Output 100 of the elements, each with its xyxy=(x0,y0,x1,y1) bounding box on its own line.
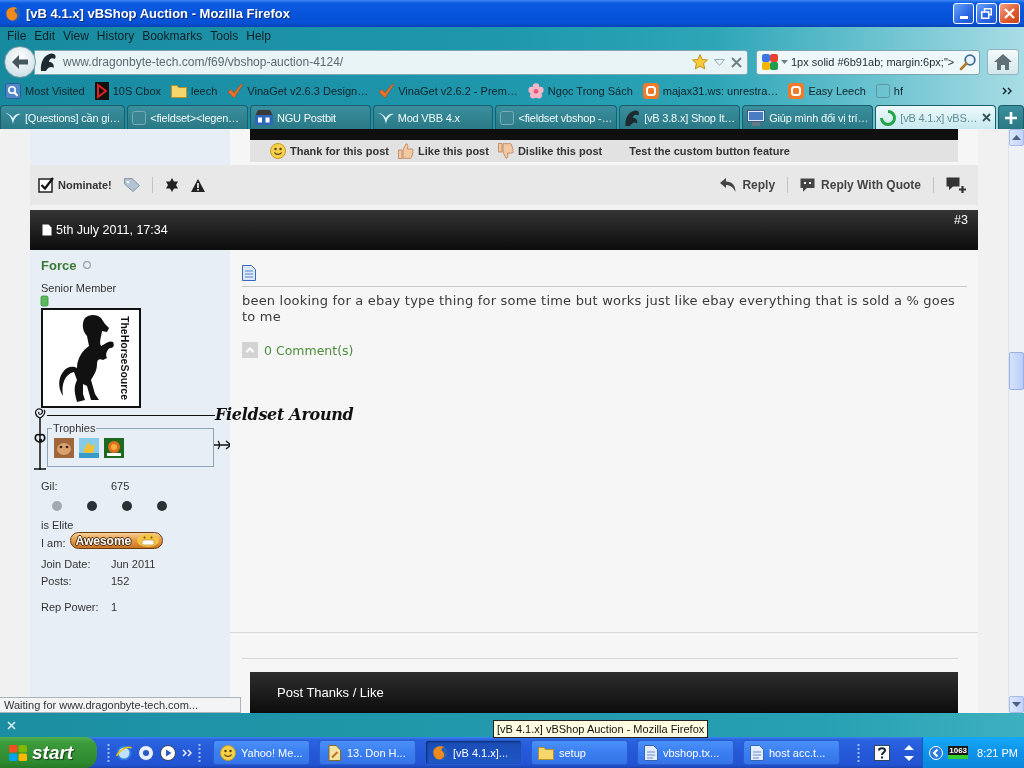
scroll-down-button[interactable] xyxy=(1009,696,1024,713)
browser-tab[interactable]: <fieldset vbshop -… xyxy=(495,105,618,129)
multi-quote-icon[interactable] xyxy=(946,177,966,193)
scroll-thumb[interactable] xyxy=(1009,352,1024,390)
browser-tab[interactable]: [vB 4.1.x] vBS… xyxy=(875,105,996,129)
dislike-button[interactable]: Dislike this post xyxy=(497,143,603,159)
bookmark-item[interactable]: Most Visited xyxy=(3,83,87,99)
star-icon[interactable] xyxy=(164,178,179,192)
stat-label: Join Date: xyxy=(41,558,92,571)
menu-item[interactable]: Bookmarks xyxy=(138,29,207,43)
document-icon xyxy=(750,744,764,761)
trophy-icon xyxy=(79,438,99,458)
new-tab-button[interactable] xyxy=(998,105,1024,129)
cross-icon[interactable] xyxy=(731,56,742,68)
menu-item[interactable]: Edit xyxy=(30,29,60,43)
start-button[interactable]: start xyxy=(0,737,97,768)
tooltip: [vB 4.1.x] vBShop Auction - Mozilla Firefox xyxy=(493,720,709,738)
menu-item[interactable]: History xyxy=(92,29,139,43)
thank-button[interactable]: Thank for this post xyxy=(270,143,389,159)
gil-label: Gil: xyxy=(41,480,59,493)
menu-item[interactable]: Tools xyxy=(206,29,243,43)
checkmark-icon xyxy=(227,83,244,99)
thumbs-down-icon xyxy=(497,143,514,159)
arrows-icon[interactable] xyxy=(904,744,915,761)
bookmark-item[interactable]: Ngọc Trong Sách xyxy=(525,83,635,99)
comments-link[interactable]: 0 Comment(s) xyxy=(242,342,354,358)
bookmark-item[interactable]: VinaGet v2.6.3 Design… xyxy=(225,83,371,99)
document-icon xyxy=(644,744,658,761)
browser-tab[interactable]: [vB 3.8.x] Shop It… xyxy=(619,105,741,129)
bookmark-item[interactable]: VinaGet v2.6.2 - Prem… xyxy=(376,83,520,99)
stat-label: Rep Power: xyxy=(41,601,100,614)
browser-tab[interactable]: Giúp mình đổi vị trí… xyxy=(742,105,874,129)
menu-item[interactable]: Help xyxy=(242,29,275,43)
elite-label: is Elite xyxy=(41,519,74,532)
arrow-down-icon xyxy=(1012,702,1021,707)
back-button[interactable] xyxy=(4,46,36,78)
search-icon[interactable] xyxy=(960,54,976,70)
taskbar-button[interactable]: setup xyxy=(531,740,628,765)
fieldset-legend: Fieldset Around xyxy=(215,405,354,425)
taskbar-button[interactable]: host acc.t... xyxy=(743,740,840,765)
browser-tab[interactable]: NGU Postbit xyxy=(250,105,371,129)
search-field[interactable]: 1px solid #6b91ab; margin:6px;"> xyxy=(756,49,980,75)
taskbar-button[interactable]: [vB 4.1.x]... xyxy=(425,740,522,765)
page-icon xyxy=(42,224,52,236)
post-date: 5th July 2011, 17:34 xyxy=(56,223,168,237)
checkmark-icon xyxy=(378,83,395,99)
smiley-icon xyxy=(220,744,236,761)
scroll-up-button[interactable] xyxy=(1009,129,1024,146)
disc-icon[interactable] xyxy=(138,744,154,761)
chevron-icon[interactable] xyxy=(1002,87,1012,95)
bookmark-item[interactable]: hf xyxy=(873,84,906,98)
scrollbar[interactable] xyxy=(1008,129,1024,713)
avatar-caption: TheHorseSource xyxy=(119,316,131,400)
like-button[interactable]: Like this post xyxy=(398,143,489,159)
restore-button[interactable] xyxy=(976,3,997,24)
trophy-icon xyxy=(54,438,74,458)
help-icon[interactable] xyxy=(874,744,891,761)
taskbar-button[interactable]: 13. Don H... xyxy=(319,740,416,765)
browser-tab[interactable]: Mod VBB 4.x xyxy=(372,105,494,129)
dragon-icon xyxy=(39,53,57,71)
address-field[interactable]: www.dragonbyte-tech.com/f69/vbshop-auction-4124/ xyxy=(34,49,748,75)
bookmark-item[interactable]: 10S Cbox xyxy=(92,82,164,100)
plain-button[interactable]: Test the custom button feature xyxy=(629,145,790,157)
minimize-button[interactable] xyxy=(953,3,974,24)
nominate-button[interactable]: Nominate! xyxy=(38,177,112,193)
star-icon[interactable] xyxy=(692,54,708,70)
minimize-icon xyxy=(959,16,968,19)
username[interactable]: Force xyxy=(41,257,77,273)
menu-item[interactable]: File xyxy=(3,29,31,43)
warning-icon[interactable] xyxy=(190,178,205,192)
play-icon[interactable] xyxy=(160,744,176,761)
browser-icon xyxy=(5,5,21,22)
close-icon[interactable] xyxy=(982,113,991,122)
post-icon xyxy=(242,265,256,281)
caret-up-icon xyxy=(242,342,258,358)
close-icon xyxy=(7,720,16,730)
post-number[interactable]: #3 xyxy=(954,213,968,227)
quote-button[interactable]: Reply With Quote xyxy=(800,178,921,192)
logo-icon xyxy=(94,82,109,100)
close-button[interactable] xyxy=(7,720,16,730)
grip-icon xyxy=(198,742,201,763)
menu-item[interactable]: View xyxy=(59,29,93,43)
taskbar-button[interactable]: Yahoo! Me... xyxy=(213,740,310,765)
browser-icon[interactable] xyxy=(116,744,132,761)
gil-value: 675 xyxy=(111,480,130,493)
chevron-left-icon[interactable] xyxy=(929,745,944,760)
bookmark-item[interactable]: Easy Leech xyxy=(786,83,868,99)
taskbar-button[interactable]: vbshop.tx... xyxy=(637,740,734,765)
home-button[interactable] xyxy=(987,49,1019,75)
bookmark-item[interactable]: majax31.ws: unrestra… xyxy=(640,83,781,99)
stat-value: 1 xyxy=(111,601,118,614)
browser-tab[interactable]: [Questions] cần gi… xyxy=(0,105,126,129)
tray-counter[interactable]: 1063 xyxy=(948,746,969,759)
restore-icon xyxy=(981,8,992,19)
browser-tab[interactable]: <fieldset><legen… xyxy=(127,105,248,129)
smiley-icon xyxy=(270,143,286,159)
bookmark-item[interactable]: leech xyxy=(169,84,220,98)
search-engine-icon[interactable] xyxy=(762,54,778,70)
reply-button[interactable]: Reply xyxy=(720,178,776,192)
page-icon xyxy=(500,110,515,125)
